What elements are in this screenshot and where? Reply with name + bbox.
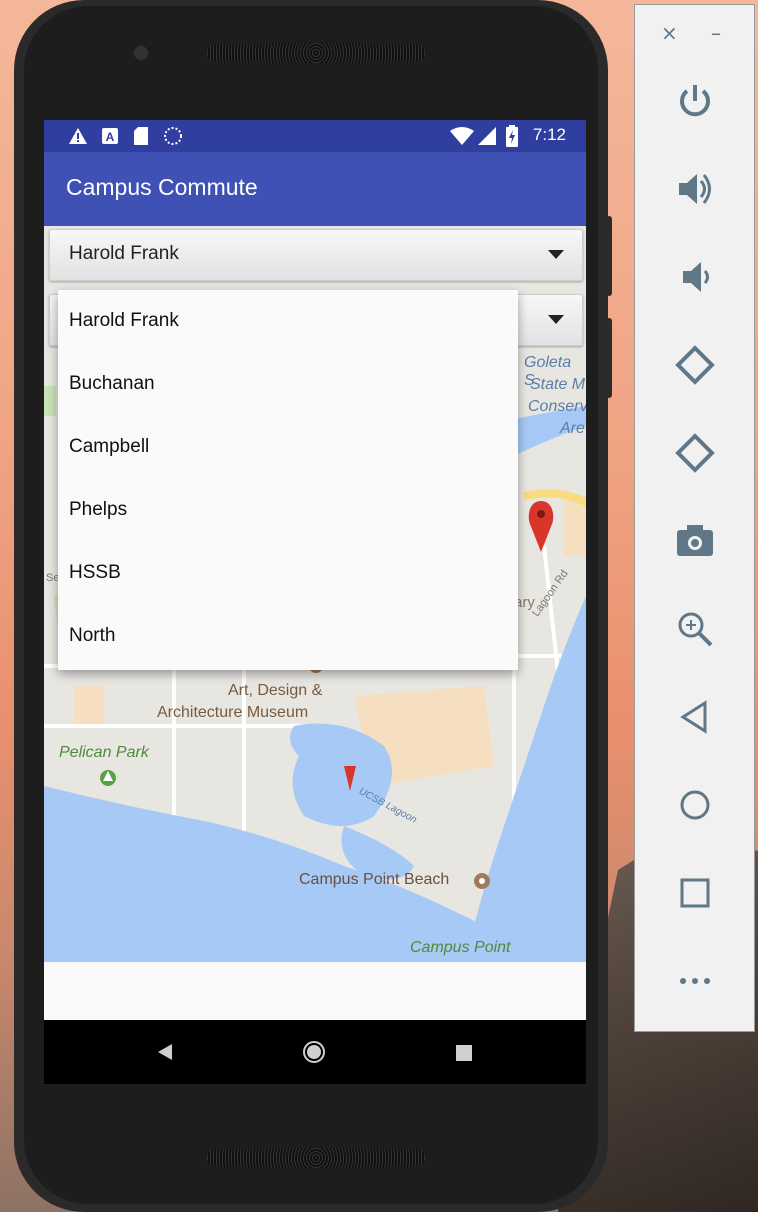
volume-up-icon[interactable] bbox=[671, 165, 719, 213]
app-bar: Campus Commute bbox=[44, 152, 586, 226]
spinner-dropdown: Harold Frank Buchanan Campbell Phelps HS… bbox=[58, 290, 518, 670]
zoom-icon[interactable] bbox=[671, 605, 719, 653]
back-icon[interactable] bbox=[671, 693, 719, 741]
dropdown-item-campbell[interactable]: Campbell bbox=[58, 416, 518, 479]
svg-text:A: A bbox=[106, 130, 115, 144]
dropdown-item-phelps[interactable]: Phelps bbox=[58, 479, 518, 542]
minimize-icon[interactable]: – bbox=[711, 21, 721, 45]
map-label-pelican-park: Pelican Park bbox=[59, 744, 149, 761]
chevron-down-icon bbox=[548, 250, 564, 259]
rotate-left-icon[interactable] bbox=[671, 341, 719, 389]
home-icon[interactable] bbox=[671, 781, 719, 829]
emulator-toolbar: × – bbox=[634, 4, 755, 1032]
map-label-campus-point-beach: Campus Point Beach bbox=[299, 871, 450, 888]
status-time: 7:12 bbox=[532, 125, 566, 144]
home-icon[interactable] bbox=[302, 1040, 326, 1064]
front-camera bbox=[134, 46, 148, 60]
map-label-campus-point: Campus Point bbox=[410, 939, 511, 956]
origin-spinner-value: Harold Frank bbox=[69, 243, 179, 264]
phone-power-button[interactable] bbox=[606, 216, 612, 296]
map-label-museum-2: Architecture Museum bbox=[157, 704, 309, 721]
map-label-area: Are bbox=[560, 420, 585, 437]
navigation-bar bbox=[44, 1020, 586, 1084]
map-label-state: State M bbox=[530, 376, 586, 393]
phone-volume-button[interactable] bbox=[606, 318, 612, 398]
camera-icon[interactable] bbox=[671, 517, 719, 565]
app-title: Campus Commute bbox=[66, 174, 258, 200]
dropdown-item-buchanan[interactable]: Buchanan bbox=[58, 353, 518, 416]
signal-icon bbox=[478, 127, 496, 145]
close-icon[interactable]: × bbox=[661, 21, 678, 45]
status-bar: A 7:12 bbox=[44, 120, 586, 152]
map-label-museum-1: Art, Design & bbox=[228, 682, 323, 699]
chevron-down-icon bbox=[548, 315, 564, 324]
bottom-area bbox=[44, 962, 586, 1020]
dropdown-item-hssb[interactable]: HSSB bbox=[58, 542, 518, 605]
wifi-icon bbox=[450, 127, 474, 145]
sync-icon bbox=[164, 127, 182, 145]
map-label-conserv: Conserv bbox=[528, 398, 586, 415]
more-icon[interactable] bbox=[671, 957, 719, 1005]
back-icon[interactable] bbox=[156, 1044, 172, 1060]
dropdown-item-harold-frank[interactable]: Harold Frank bbox=[58, 290, 518, 353]
map-view[interactable]: Goleta S State M Conserv Are ary Se Lago… bbox=[44, 226, 586, 962]
device-screen: A 7:12 Campus Commute Goleta S State M C… bbox=[44, 120, 586, 1084]
battery-charging-icon bbox=[506, 125, 518, 147]
power-icon[interactable] bbox=[671, 77, 719, 125]
top-speaker bbox=[207, 43, 425, 63]
bottom-speaker bbox=[207, 1148, 425, 1168]
dropdown-item-north[interactable]: North bbox=[58, 605, 518, 668]
volume-down-icon[interactable] bbox=[671, 253, 719, 301]
overview-icon[interactable] bbox=[671, 869, 719, 917]
warning-icon bbox=[69, 128, 87, 144]
origin-spinner[interactable]: Harold Frank bbox=[49, 229, 583, 281]
sd-card-icon bbox=[134, 127, 148, 145]
rotate-right-icon[interactable] bbox=[671, 429, 719, 477]
a-icon: A bbox=[102, 128, 118, 144]
overview-icon[interactable] bbox=[456, 1045, 472, 1061]
